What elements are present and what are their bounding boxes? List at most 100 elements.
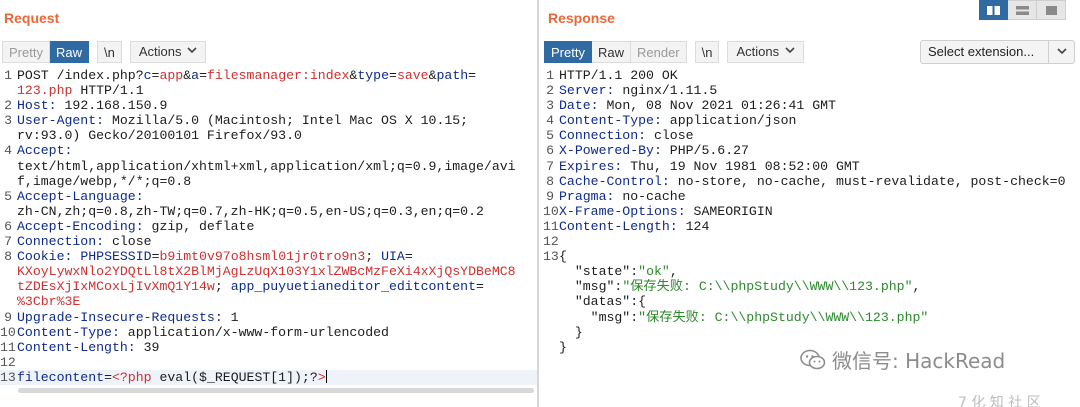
line-text: Pragma: no-cache bbox=[559, 189, 1080, 204]
line-number: 8 bbox=[546, 173, 554, 189]
line-text: Content-Length: 124 bbox=[559, 219, 1080, 234]
response-title: Response bbox=[548, 10, 615, 26]
layout-side-by-side-button[interactable] bbox=[979, 0, 1008, 20]
chevron-down-icon[interactable] bbox=[1048, 41, 1074, 63]
watermark-text: 微信号: HackRead bbox=[832, 349, 1006, 373]
code-token: = bbox=[199, 68, 207, 83]
code-line: rv:93.0) Gecko/20100101 Firefox/93.0 bbox=[0, 128, 537, 143]
line-number: 13 bbox=[543, 249, 559, 265]
watermark: 微信号: HackRead bbox=[800, 345, 1005, 374]
watermark-bottom-text: 7 化 知 社 区 bbox=[958, 395, 1041, 407]
line-text: Content-Type: application/json bbox=[559, 113, 1080, 128]
code-line: 11 Content-Length: 124 bbox=[543, 219, 1080, 234]
code-token: = bbox=[476, 279, 484, 295]
line-number: 1 bbox=[4, 68, 12, 83]
request-tab-raw[interactable]: Raw bbox=[49, 41, 89, 63]
code-token: POST /index.php? bbox=[17, 68, 144, 83]
code-line: 3 User-Agent: Mozilla/5.0 (Macintosh; Int… bbox=[0, 113, 537, 128]
line-text: Accept-Language: bbox=[17, 189, 537, 204]
select-extension-dropdown[interactable]: Select extension... bbox=[920, 40, 1075, 64]
line-text: "msg":"保存失败: C:\\phpStudy\\WWW\\123.php"… bbox=[559, 279, 1080, 294]
code-line: 6 X-Powered-By: PHP/5.6.27 bbox=[543, 143, 1080, 158]
line-number: 12 bbox=[543, 234, 559, 250]
code-token: Content-Type: bbox=[559, 113, 662, 129]
code-token: rv:93.0) Gecko/20100101 Firefox/93.0 bbox=[17, 128, 302, 144]
code-token: c bbox=[143, 68, 152, 83]
response-newline-toggle[interactable]: \n bbox=[694, 41, 720, 63]
line-number bbox=[0, 159, 17, 174]
code-line: 5 Accept-Language: bbox=[0, 189, 537, 204]
line-number bbox=[543, 310, 559, 325]
code-token: Pragma: bbox=[559, 188, 615, 204]
code-line: 1 POST /index.php?c=app&a=filesmanager:in… bbox=[0, 68, 537, 83]
code-token: : bbox=[630, 309, 639, 325]
code-token: "ok" bbox=[638, 264, 670, 280]
code-line: tZDEsXjIxMCoxLjIvXmQ1Y14w; app_puyuetian… bbox=[0, 279, 537, 294]
layout-stacked-button[interactable] bbox=[1008, 0, 1037, 20]
line-number bbox=[543, 264, 559, 279]
code-line: "datas":{ bbox=[543, 294, 1080, 309]
line-number bbox=[0, 83, 17, 98]
response-view-tabs: Pretty Raw Render bbox=[544, 41, 687, 63]
rows-icon bbox=[1015, 5, 1029, 15]
code-line: 8 Cache-Control: no-store, no-cache, must… bbox=[543, 174, 1080, 189]
code-token: } bbox=[559, 324, 583, 340]
line-number bbox=[0, 264, 17, 279]
request-newline-toggle[interactable]: \n bbox=[96, 41, 122, 63]
line-text bbox=[559, 234, 1080, 249]
line-number bbox=[543, 325, 559, 340]
response-actions-button[interactable]: Actions bbox=[727, 41, 805, 63]
request-horizontal-scrollbar[interactable] bbox=[18, 388, 534, 393]
code-line: 13{ bbox=[543, 249, 1080, 264]
code-token: close bbox=[646, 128, 694, 144]
line-text: Connection: close bbox=[17, 234, 537, 249]
code-token: "msg" bbox=[559, 279, 615, 295]
line-number bbox=[0, 204, 17, 219]
code-token: a bbox=[191, 68, 200, 83]
chevron-down-icon bbox=[187, 41, 198, 63]
response-tab-render[interactable]: Render bbox=[630, 41, 687, 63]
line-number: 5 bbox=[4, 188, 12, 204]
code-token: Accept-Encoding: bbox=[17, 218, 144, 234]
request-editor[interactable]: 1 POST /index.php?c=app&a=filesmanager:in… bbox=[0, 68, 537, 407]
line-text: } bbox=[559, 325, 1080, 340]
code-token: : bbox=[630, 264, 639, 280]
code-token: nginx/1.11.5 bbox=[614, 83, 718, 99]
line-text: X-Powered-By: PHP/5.6.27 bbox=[559, 143, 1080, 158]
layout-single-button[interactable] bbox=[1037, 0, 1066, 20]
response-tab-raw[interactable]: Raw bbox=[591, 41, 631, 63]
request-tab-pretty[interactable]: Pretty bbox=[2, 41, 50, 63]
code-line: 9 Pragma: no-cache bbox=[543, 189, 1080, 204]
code-token: "msg" bbox=[559, 309, 631, 325]
code-line: 8 Cookie: PHPSESSID = b9imt0v97o8hsml01jr0t… bbox=[0, 249, 537, 264]
code-token: no-store, no-cache, must-revalidate, pos… bbox=[669, 173, 1066, 189]
code-token: Cache-Control: bbox=[559, 173, 670, 189]
line-text: "state":"ok", bbox=[559, 264, 1080, 279]
line-number bbox=[0, 279, 17, 294]
line-number: 3 bbox=[4, 113, 12, 129]
request-actions-button[interactable]: Actions bbox=[129, 41, 207, 63]
line-number: 10 bbox=[543, 203, 559, 219]
line-number: 6 bbox=[546, 143, 554, 159]
code-token: tZDEsXjIxMCoxLjIvXmQ1Y14w bbox=[17, 279, 215, 295]
code-token: save bbox=[396, 68, 429, 83]
line-number: 6 bbox=[4, 218, 12, 234]
response-tab-pretty[interactable]: Pretty bbox=[544, 41, 592, 63]
code-token: <?php bbox=[111, 369, 152, 385]
code-token: User-Agent: bbox=[17, 113, 105, 129]
line-text: %3Cbr%3E bbox=[17, 294, 537, 309]
code-token: "保存失败: C:\\phpStudy\\WWW\\123.php" bbox=[622, 279, 913, 295]
code-token: Content-Type: bbox=[17, 324, 120, 340]
code-token: & bbox=[183, 68, 192, 83]
line-text: Host: 192.168.150.9 bbox=[17, 98, 537, 113]
code-line: zh-CN,zh;q=0.8,zh-TW;q=0.7,zh-HK;q=0.5,e… bbox=[0, 204, 537, 219]
code-token: X-Frame-Options: bbox=[559, 203, 686, 219]
line-number: 11 bbox=[543, 218, 559, 234]
line-number: 12 bbox=[0, 354, 16, 370]
code-token: filesmanager:index bbox=[206, 68, 350, 83]
line-number: 4 bbox=[546, 113, 554, 129]
line-text: Cookie: PHPSESSID = b9imt0v97o8hsml01jr0tr… bbox=[17, 249, 537, 264]
code-token: > bbox=[317, 369, 326, 385]
code-token: "保存失败: C:\\phpStudy\\WWW\\123.php" bbox=[638, 309, 929, 325]
line-text: KXoyLywxNlo2YDQtLl8tX2BlMjAgLzUqX103Y1xl… bbox=[17, 264, 537, 279]
